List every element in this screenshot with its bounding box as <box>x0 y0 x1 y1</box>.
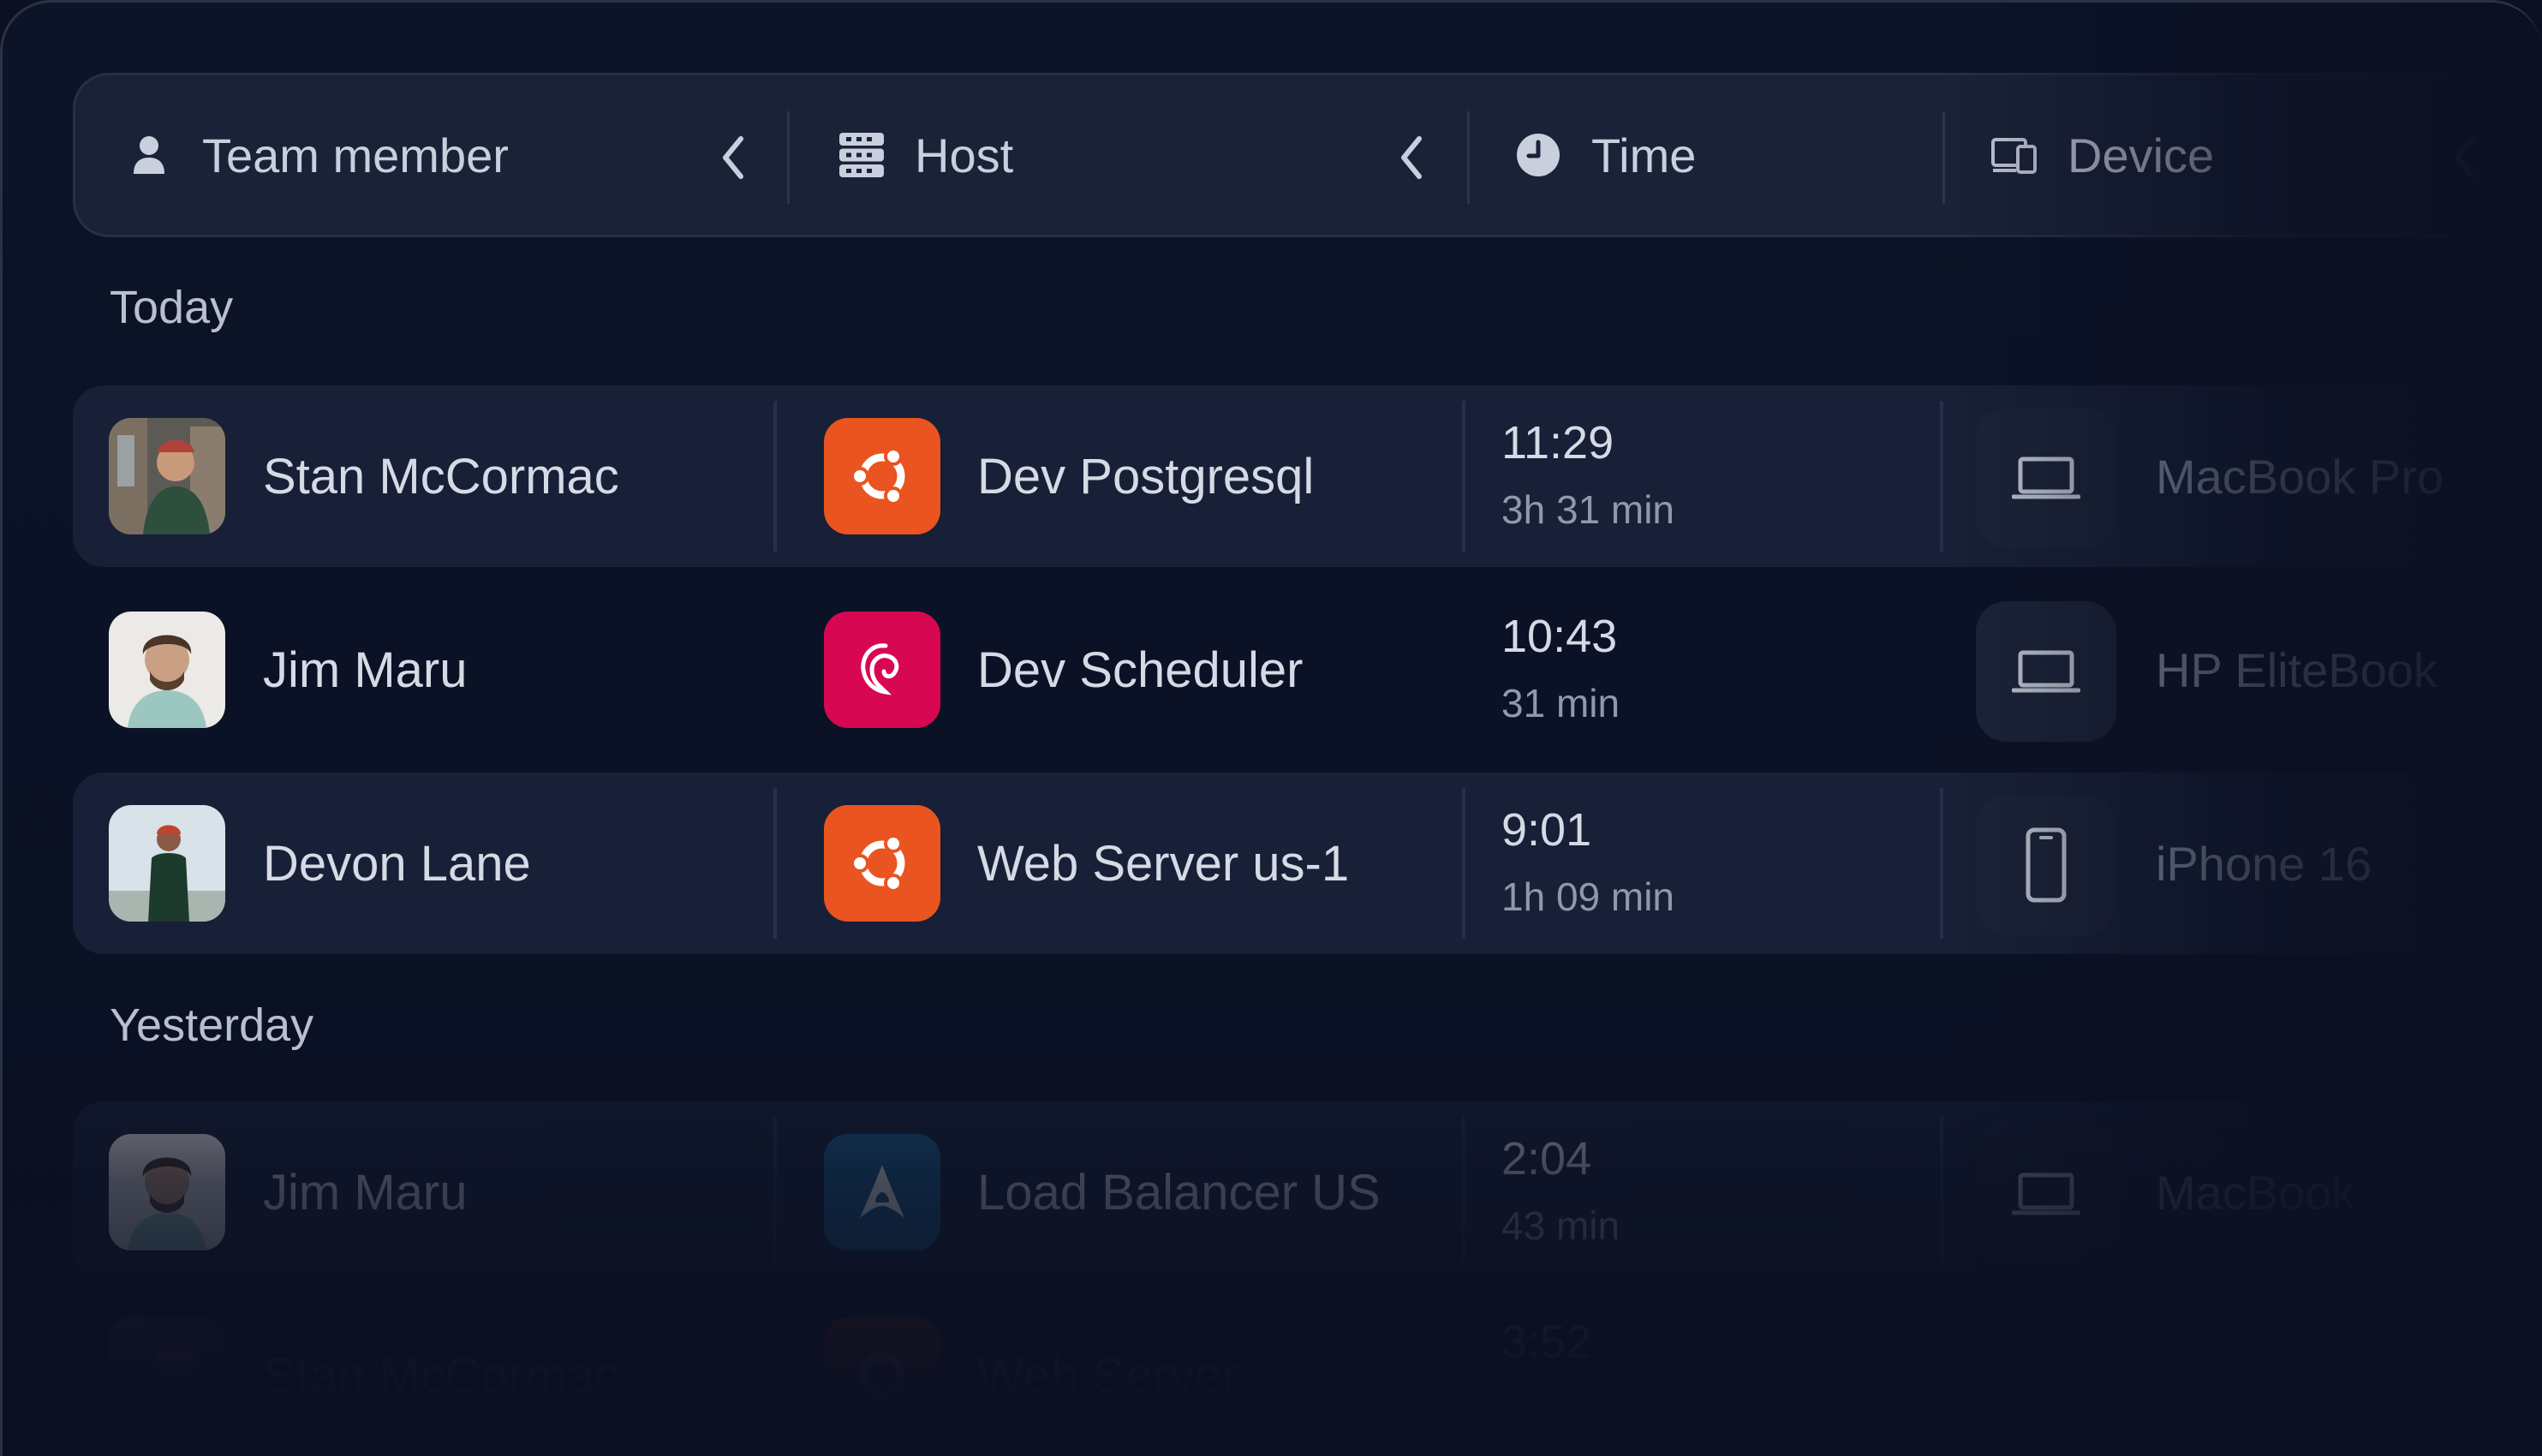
session-duration: 31 min <box>1501 681 1620 725</box>
ubuntu-icon <box>824 418 940 534</box>
chevron-left-icon[interactable] <box>2441 132 2489 183</box>
column-label: Time <box>1591 128 1697 182</box>
chevron-left-icon[interactable] <box>709 132 757 183</box>
session-time: 10:43 <box>1501 611 1618 662</box>
user-icon <box>125 131 173 179</box>
column-divider <box>787 111 790 204</box>
host-name: Web Server us-1 <box>977 835 1350 892</box>
session-time: 3:52 <box>1501 1316 1592 1368</box>
section-label-yesterday: Yesterday <box>110 1000 314 1051</box>
clock-icon <box>1514 131 1562 179</box>
session-duration: 1h 09 min <box>1501 874 1675 919</box>
host-name: Web Server <box>977 1347 1239 1404</box>
laptop-icon <box>1976 408 2116 548</box>
table-header: Team member Host Time Device <box>73 73 2542 237</box>
column-divider <box>1462 401 1465 552</box>
member-name: Stan McCormac <box>263 1347 619 1404</box>
column-team-member[interactable]: Team member <box>125 75 509 235</box>
session-duration: 3h 31 min <box>1501 487 1675 532</box>
column-divider <box>1462 1300 1465 1451</box>
table-row[interactable]: Jim Maru Dev Scheduler 10:43 31 min HP E… <box>73 579 2505 761</box>
avatar <box>109 805 225 922</box>
table-row[interactable]: Stan McCormac Web Server 3:52 <box>73 1285 2505 1456</box>
host-name: Dev Scheduler <box>977 641 1304 698</box>
host-name: Dev Postgresql <box>977 448 1315 504</box>
table-frame: Team member Host Time Device Today Stan … <box>0 0 2542 1456</box>
column-device[interactable]: Device <box>1990 75 2214 235</box>
debian-icon <box>824 612 940 728</box>
table-row[interactable]: Stan McCormac Dev Postgresql 11:29 3h 31… <box>73 385 2505 567</box>
server-icon <box>838 131 886 179</box>
phone-icon <box>1976 795 2116 935</box>
column-divider <box>1942 111 1945 204</box>
column-time[interactable]: Time <box>1514 75 1696 235</box>
device-name: MacBook Pro <box>2156 449 2444 504</box>
laptop-icon <box>1976 601 2116 742</box>
column-divider <box>773 401 777 552</box>
member-name: Stan McCormac <box>263 448 619 504</box>
device-name: HP EliteBook <box>2156 642 2438 697</box>
avatar <box>109 418 225 534</box>
member-name: Jim Maru <box>263 641 468 698</box>
ubuntu-icon <box>824 805 940 922</box>
avatar <box>109 612 225 728</box>
column-divider <box>773 788 777 939</box>
column-divider <box>773 1300 777 1451</box>
session-time: 2:04 <box>1501 1133 1592 1184</box>
column-label: Device <box>2068 128 2215 182</box>
avatar <box>109 1134 225 1250</box>
ubuntu-icon <box>824 1317 940 1434</box>
column-label: Host <box>915 128 1014 182</box>
member-name: Devon Lane <box>263 835 531 892</box>
session-time: 11:29 <box>1501 417 1614 468</box>
table-row[interactable]: Devon Lane Web Server us-1 9:01 1h 09 mi… <box>73 773 2505 954</box>
table-row[interactable]: Jim Maru Load Balancer US 2:04 43 min Ma… <box>73 1101 2505 1283</box>
device-name: iPhone 16 <box>2156 836 2372 891</box>
column-label: Team member <box>202 128 509 182</box>
member-name: Jim Maru <box>263 1164 468 1220</box>
column-divider <box>1940 1117 1943 1268</box>
session-duration: 43 min <box>1501 1203 1620 1248</box>
session-time: 9:01 <box>1501 804 1592 856</box>
column-divider <box>1940 401 1943 552</box>
section-label-today: Today <box>110 282 234 333</box>
chevron-left-icon[interactable] <box>1387 132 1435 183</box>
devices-icon <box>1990 131 2038 179</box>
column-divider <box>1462 788 1465 939</box>
arch-icon <box>824 1134 940 1250</box>
laptop-icon <box>1976 1124 2116 1264</box>
column-divider <box>1467 111 1470 204</box>
column-divider <box>1940 788 1943 939</box>
host-name: Load Balancer US <box>977 1164 1381 1220</box>
column-divider <box>1462 1117 1465 1268</box>
column-host[interactable]: Host <box>838 75 1013 235</box>
device-name: MacBook <box>2156 1165 2356 1220</box>
column-divider <box>773 1117 777 1268</box>
avatar <box>109 1317 225 1434</box>
